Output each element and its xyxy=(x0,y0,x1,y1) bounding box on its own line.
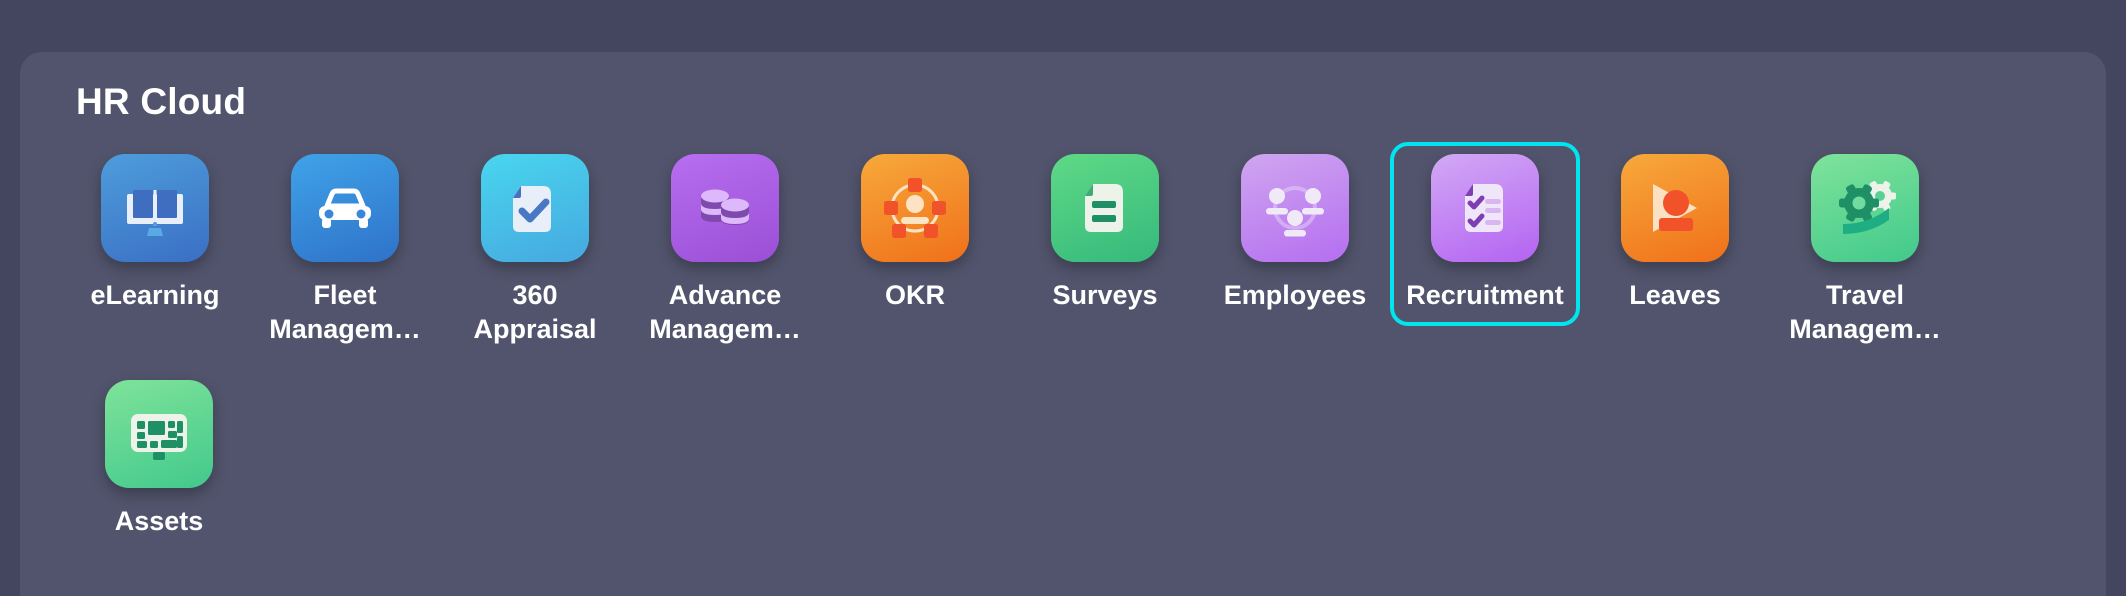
app-tile-leaves[interactable]: Leaves xyxy=(1580,142,1770,326)
app-label: OKR xyxy=(885,280,945,311)
gears-swoosh-icon xyxy=(1811,154,1919,263)
app-tile-travel-management[interactable]: Travel Managem… xyxy=(1770,142,1960,360)
car-icon xyxy=(291,154,399,263)
coins-icon xyxy=(671,154,779,263)
app-tile-employees[interactable]: Employees xyxy=(1200,142,1390,326)
app-grid: eLearning Fleet Managem… 360 Appraisal A… xyxy=(60,142,2066,562)
app-label: eLearning xyxy=(90,280,220,311)
top-bar xyxy=(0,0,2126,52)
app-tile-surveys[interactable]: Surveys xyxy=(1010,142,1200,326)
app-label: Recruitment xyxy=(1406,280,1564,311)
document-check-icon xyxy=(481,154,589,263)
app-root: HR Cloud eLearning Fleet Managem… 360 Ap… xyxy=(0,0,2126,596)
page-title: HR Cloud xyxy=(76,81,247,122)
app-label: Advance Managem… xyxy=(649,280,801,345)
monitor-blocks-icon xyxy=(105,380,213,489)
app-label: Surveys xyxy=(1052,280,1158,311)
book-laptop-icon xyxy=(101,154,209,263)
app-label: 360 Appraisal xyxy=(473,280,597,345)
app-label: Assets xyxy=(114,506,204,537)
app-tile-elearning[interactable]: eLearning xyxy=(60,142,250,326)
checklist-document-icon xyxy=(1431,154,1539,263)
app-tile-advance-management[interactable]: Advance Managem… xyxy=(630,142,820,360)
app-tile-360-appraisal[interactable]: 360 Appraisal xyxy=(440,142,630,360)
app-tile-fleet-management[interactable]: Fleet Managem… xyxy=(250,142,440,360)
app-label: Fleet Managem… xyxy=(269,280,421,345)
app-tile-okr[interactable]: OKR xyxy=(820,142,1010,326)
app-label: Leaves xyxy=(1629,280,1721,311)
app-label: Employees xyxy=(1223,280,1367,311)
flag-leave-icon xyxy=(1621,154,1729,263)
app-tile-assets[interactable]: Assets xyxy=(60,360,2066,562)
app-label: Travel Managem… xyxy=(1789,280,1941,345)
survey-document-icon xyxy=(1051,154,1159,263)
target-person-network-icon xyxy=(861,154,969,263)
app-tile-recruitment[interactable]: Recruitment xyxy=(1390,142,1580,327)
people-group-icon xyxy=(1241,154,1349,263)
hr-cloud-panel: HR Cloud eLearning Fleet Managem… 360 Ap… xyxy=(20,52,2106,596)
